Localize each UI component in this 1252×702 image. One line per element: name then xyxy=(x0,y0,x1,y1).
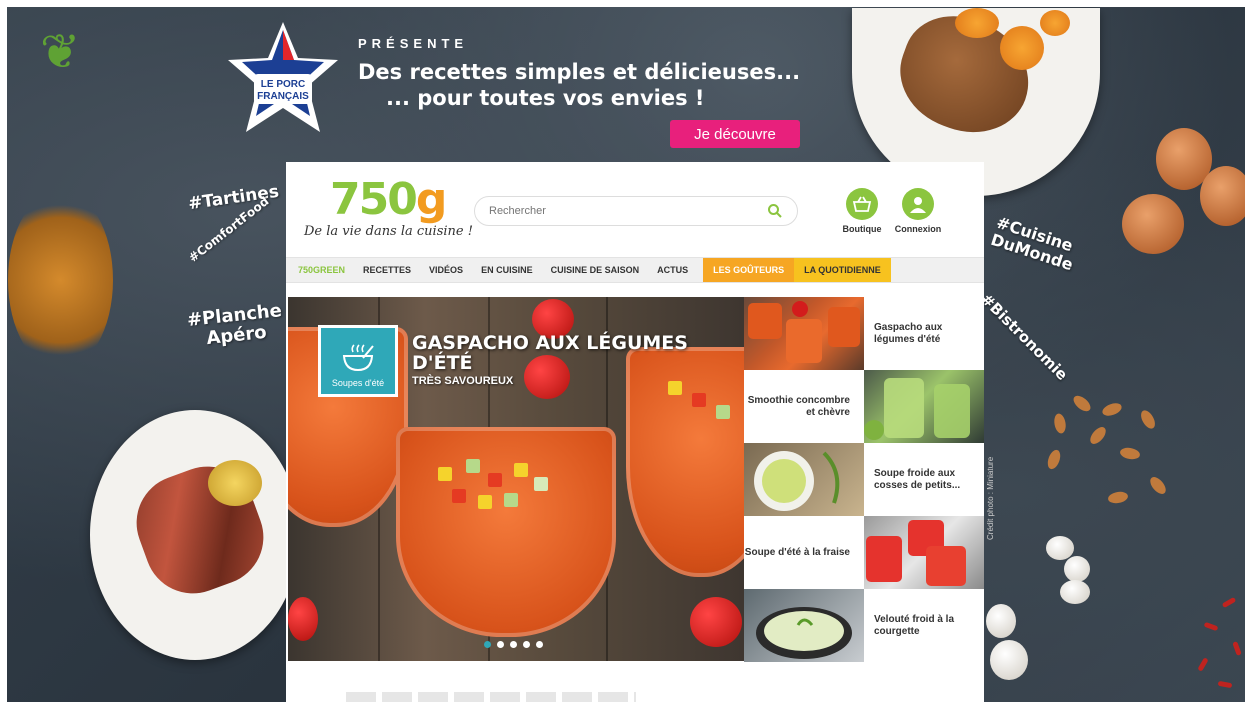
vegetable-dice xyxy=(668,381,682,395)
squash-decoration xyxy=(1040,10,1070,36)
nav-item-750green[interactable]: 750GREEN xyxy=(294,258,354,282)
hero-title[interactable]: GASPACHO AUX LÉGUMES D'ÉTÉ xyxy=(412,333,712,373)
nav-item-les-gouteurs[interactable]: LES GOÛTEURS xyxy=(703,258,795,282)
user-icon xyxy=(902,188,934,220)
nav-item-cuisine-de-saison[interactable]: CUISINE DE SAISON xyxy=(542,258,649,282)
recipe-thumb-veloute[interactable] xyxy=(744,589,864,662)
garlic-decoration xyxy=(986,604,1016,638)
mushroom-decoration xyxy=(1046,536,1074,560)
search-icon[interactable] xyxy=(767,203,783,219)
recipe-link-soupe-fraise[interactable]: Soupe d'été à la fraise xyxy=(744,516,864,589)
section-heading-placeholder xyxy=(346,692,636,702)
le-porc-francais-logo[interactable]: LE PORC FRANÇAIS xyxy=(224,20,342,138)
shop-button[interactable]: Boutique xyxy=(832,188,892,234)
parsley-decoration: ❦ xyxy=(40,26,81,79)
recipe-link-smoothie[interactable]: Smoothie concombre et chèvre xyxy=(744,370,864,443)
gazpacho-glass xyxy=(396,427,616,637)
hero-slider[interactable]: Soupes d'été GASPACHO AUX LÉGUMES D'ÉTÉ … xyxy=(288,297,744,661)
recipe-thumb-soupe-fraise[interactable] xyxy=(864,516,984,589)
vegetable-dice xyxy=(478,495,492,509)
potato-decoration xyxy=(208,460,262,506)
gazpacho-glass xyxy=(626,347,744,577)
vegetable-dice xyxy=(438,467,452,481)
vegetable-dice xyxy=(716,405,730,419)
photo-credit: Crédit photo : Miniature xyxy=(986,456,995,540)
ad-tagline-line2: ... pour toutes vos envies ! xyxy=(386,86,705,110)
slider-dot[interactable] xyxy=(497,641,504,648)
spice-powder-decoration xyxy=(8,190,113,370)
nav-item-la-quotidienne[interactable]: LA QUOTIDIENNE xyxy=(794,258,891,282)
tomato-decoration xyxy=(690,597,742,647)
slider-dot[interactable] xyxy=(510,641,517,648)
slider-dot[interactable] xyxy=(523,641,530,648)
related-recipes: Gaspacho aux légumes d'été Smoothie conc… xyxy=(744,297,984,662)
logo-subtitle: De la vie dans la cuisine ! xyxy=(304,224,473,239)
site-header: 750g De la vie dans la cuisine ! Boutiqu… xyxy=(286,162,984,257)
soup-bowl-icon xyxy=(342,344,374,372)
recipe-link-soupe-cosses[interactable]: Soupe froide aux cosses de petits... xyxy=(864,443,984,516)
basket-icon xyxy=(846,188,878,220)
recipe-thumb-gaspacho[interactable] xyxy=(744,297,864,370)
slider-dots xyxy=(484,641,543,648)
website-frame: 750g De la vie dans la cuisine ! Boutiqu… xyxy=(286,162,984,702)
vegetable-dice xyxy=(692,393,706,407)
nav-item-en-cuisine[interactable]: EN CUISINE xyxy=(472,258,542,282)
logo-number: 750 xyxy=(330,174,418,225)
hero-subtitle: TRÈS SAVOUREUX xyxy=(412,375,514,387)
discover-button[interactable]: Je découvre xyxy=(670,120,800,148)
recipe-thumb-smoothie[interactable] xyxy=(864,370,984,443)
login-button[interactable]: Connexion xyxy=(888,188,948,234)
shop-label: Boutique xyxy=(842,224,882,234)
mushroom-decoration xyxy=(1060,580,1090,604)
presente-label: PRÉSENTE xyxy=(358,36,469,51)
search-input[interactable] xyxy=(489,205,767,217)
recipe-thumb-soupe-cosses[interactable] xyxy=(744,443,864,516)
tomato-decoration xyxy=(288,597,318,641)
slider-dot[interactable] xyxy=(536,641,543,648)
vegetable-dice xyxy=(488,473,502,487)
vegetable-dice xyxy=(514,463,528,477)
vegetable-dice xyxy=(452,489,466,503)
svg-text:FRANÇAIS: FRANÇAIS xyxy=(257,91,309,102)
search-box[interactable] xyxy=(474,196,798,226)
ad-tagline-line1: Des recettes simples et délicieuses... xyxy=(358,60,801,84)
garlic-decoration xyxy=(990,640,1028,680)
svg-text:LE PORC: LE PORC xyxy=(261,79,305,90)
recipe-link-veloute[interactable]: Velouté froid à la courgette xyxy=(864,589,984,662)
site-logo[interactable]: 750g xyxy=(330,178,447,222)
onion-decoration xyxy=(1122,194,1184,254)
vegetable-dice xyxy=(504,493,518,507)
category-badge[interactable]: Soupes d'été xyxy=(318,325,398,397)
slider-dot[interactable] xyxy=(484,641,491,648)
squash-decoration xyxy=(955,8,999,38)
squash-decoration xyxy=(1000,26,1044,70)
nav-item-actus[interactable]: ACTUS xyxy=(648,258,697,282)
login-label: Connexion xyxy=(894,224,942,234)
nav-item-recettes[interactable]: RECETTES xyxy=(354,258,420,282)
recipe-link-gaspacho[interactable]: Gaspacho aux légumes d'été xyxy=(864,297,984,370)
nav-item-videos[interactable]: VIDÉOS xyxy=(420,258,472,282)
vegetable-dice xyxy=(534,477,548,491)
category-label: Soupes d'été xyxy=(331,378,385,388)
main-nav: 750GREEN RECETTES VIDÉOS EN CUISINE CUIS… xyxy=(286,257,984,283)
logo-letter: g xyxy=(415,174,447,225)
mushroom-decoration xyxy=(1064,556,1090,582)
onion-decoration xyxy=(1200,166,1252,226)
vegetable-dice xyxy=(466,459,480,473)
